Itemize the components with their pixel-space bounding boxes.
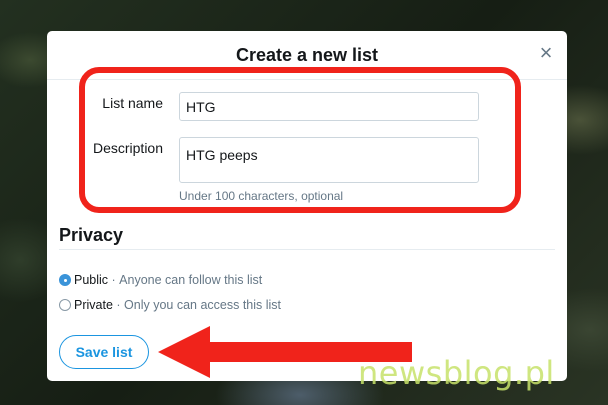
annotation-arrow [158,326,412,378]
watermark: newsblog.pl [358,354,555,392]
